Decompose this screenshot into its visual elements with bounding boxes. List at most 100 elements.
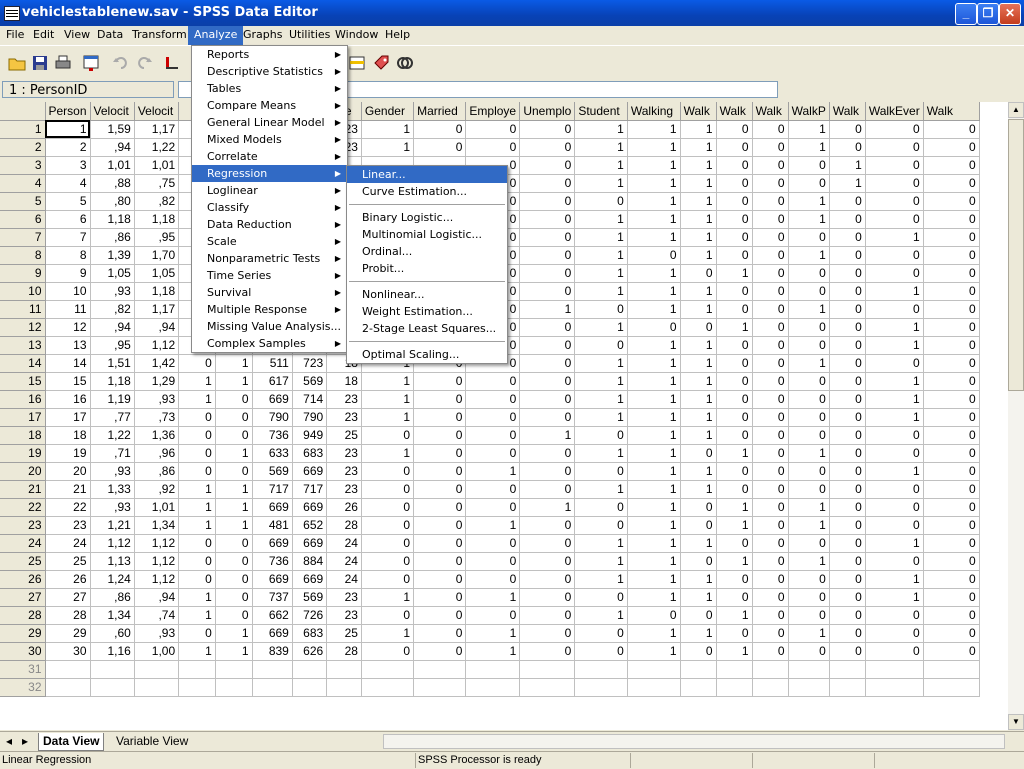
data-cell[interactable]: 0 (519, 480, 576, 499)
data-cell[interactable]: 569 (292, 372, 328, 391)
data-cell[interactable]: 0 (178, 462, 216, 481)
data-cell[interactable]: 669 (252, 498, 293, 517)
data-cell[interactable]: 0 (680, 516, 717, 535)
data-cell[interactable]: 1 (178, 372, 216, 391)
row-header[interactable]: 30 (0, 642, 46, 661)
data-cell[interactable]: ,93 (134, 624, 180, 643)
data-cell[interactable]: 1 (627, 372, 681, 391)
menu-item-binary-logistic[interactable]: Binary Logistic... (347, 209, 507, 226)
data-cell[interactable]: 1 (788, 138, 830, 157)
data-cell[interactable]: 1 (361, 588, 415, 607)
data-cell[interactable]: ,77 (90, 408, 135, 427)
data-cell[interactable] (627, 660, 681, 679)
menu-item-classify[interactable]: Classify ▶ (192, 199, 347, 216)
menu-item-optimal-scaling[interactable]: Optimal Scaling... (347, 346, 507, 363)
data-cell[interactable]: 0 (215, 408, 253, 427)
data-cell[interactable]: 0 (865, 642, 924, 661)
data-cell[interactable]: 0 (413, 480, 467, 499)
column-header[interactable]: Walking (627, 102, 681, 121)
data-cell[interactable]: 0 (752, 282, 789, 301)
data-cell[interactable]: 1 (680, 354, 717, 373)
data-cell[interactable] (45, 660, 91, 679)
data-cell[interactable] (134, 678, 180, 697)
data-cell[interactable]: 0 (215, 426, 253, 445)
data-cell[interactable]: 0 (519, 588, 576, 607)
data-cell[interactable]: 0 (413, 516, 467, 535)
data-cell[interactable] (252, 678, 293, 697)
data-cell[interactable]: 1 (627, 624, 681, 643)
data-cell[interactable]: 0 (716, 354, 753, 373)
data-cell[interactable]: 0 (716, 570, 753, 589)
column-header[interactable]: Person (45, 102, 91, 121)
menu-help[interactable]: Help (379, 26, 416, 45)
data-cell[interactable]: 1 (361, 624, 415, 643)
data-cell[interactable]: ,93 (90, 498, 135, 517)
menu-edit[interactable]: Edit (27, 26, 60, 45)
menu-item-general-linear-model[interactable]: General Linear Model ▶ (192, 114, 347, 131)
data-cell[interactable]: 1,33 (90, 480, 135, 499)
data-cell[interactable] (865, 660, 924, 679)
data-cell[interactable]: ,86 (134, 462, 180, 481)
data-cell[interactable]: 0 (788, 588, 830, 607)
data-cell[interactable]: 714 (292, 390, 328, 409)
data-cell[interactable]: 0 (716, 174, 753, 193)
data-cell[interactable]: 1 (627, 642, 681, 661)
data-cell[interactable]: 0 (519, 642, 576, 661)
data-cell[interactable]: 0 (465, 606, 521, 625)
data-cell[interactable]: 1 (465, 624, 521, 643)
data-cell[interactable]: 0 (829, 138, 866, 157)
data-cell[interactable]: 0 (465, 480, 521, 499)
data-cell[interactable]: 0 (519, 120, 576, 139)
data-cell[interactable]: 1 (574, 282, 628, 301)
data-cell[interactable]: 1 (788, 210, 830, 229)
data-cell[interactable]: ,80 (90, 192, 135, 211)
data-cell[interactable]: 1 (574, 570, 628, 589)
use-sets-icon[interactable] (394, 52, 416, 74)
data-cell[interactable]: 28 (326, 516, 362, 535)
data-cell[interactable]: 0 (829, 480, 866, 499)
data-cell[interactable]: 0 (865, 624, 924, 643)
data-cell[interactable]: 1,39 (90, 246, 135, 265)
data-cell[interactable]: 1 (215, 516, 253, 535)
data-cell[interactable]: 0 (627, 318, 681, 337)
data-cell[interactable]: 0 (519, 192, 576, 211)
data-cell[interactable]: 569 (252, 462, 293, 481)
data-cell[interactable]: 0 (519, 282, 576, 301)
data-cell[interactable]: 1 (465, 462, 521, 481)
data-cell[interactable]: 0 (413, 642, 467, 661)
row-header[interactable]: 27 (0, 588, 46, 607)
redo-icon[interactable] (133, 52, 155, 74)
data-cell[interactable]: 1 (215, 444, 253, 463)
data-cell[interactable] (716, 660, 753, 679)
data-cell[interactable]: 0 (680, 264, 717, 283)
data-cell[interactable]: ,86 (90, 588, 135, 607)
data-cell[interactable]: 1,51 (90, 354, 135, 373)
data-cell[interactable]: 0 (923, 606, 980, 625)
row-header[interactable]: 10 (0, 282, 46, 301)
data-cell[interactable]: 0 (752, 408, 789, 427)
data-cell[interactable]: 0 (829, 534, 866, 553)
data-cell[interactable]: 1 (680, 210, 717, 229)
column-header[interactable]: Walk (923, 102, 980, 121)
data-cell[interactable]: 0 (574, 588, 628, 607)
data-cell[interactable]: 0 (752, 336, 789, 355)
open-folder-icon[interactable] (6, 52, 28, 74)
minimize-button[interactable]: _ (955, 3, 977, 25)
data-cell[interactable]: 0 (752, 624, 789, 643)
data-cell[interactable]: ,82 (134, 192, 180, 211)
data-cell[interactable]: 0 (865, 606, 924, 625)
data-cell[interactable]: 1 (716, 318, 753, 337)
row-header[interactable]: 7 (0, 228, 46, 247)
column-header[interactable]: Walk (752, 102, 789, 121)
data-cell[interactable]: 0 (865, 426, 924, 445)
data-cell[interactable]: 0 (519, 606, 576, 625)
data-cell[interactable]: 1 (215, 480, 253, 499)
data-cell[interactable] (326, 678, 362, 697)
data-cell[interactable]: 1 (680, 156, 717, 175)
data-cell[interactable]: 19 (45, 444, 91, 463)
data-cell[interactable]: 1 (519, 426, 576, 445)
undo-icon[interactable] (110, 52, 132, 74)
data-cell[interactable]: 14 (45, 354, 91, 373)
menu-item-tables[interactable]: Tables ▶ (192, 80, 347, 97)
data-cell[interactable]: 1 (627, 300, 681, 319)
